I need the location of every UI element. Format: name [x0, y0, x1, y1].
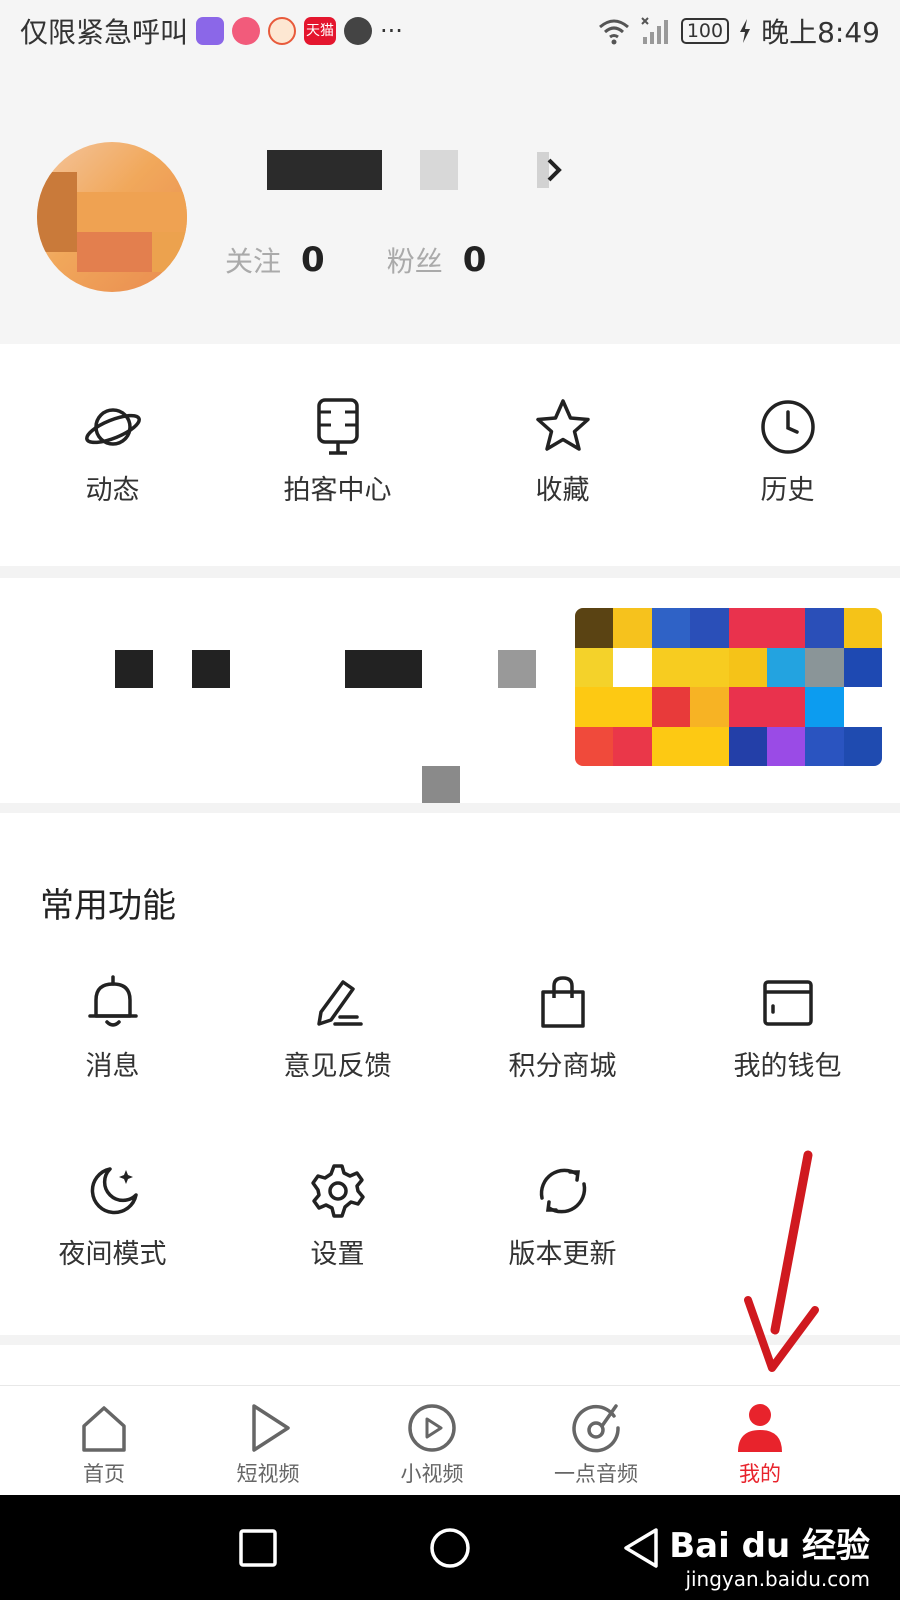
username-redacted[interactable]	[225, 150, 585, 190]
menu-item-label: 设置	[310, 1239, 365, 1270]
watermark-brand: Bai du 经验	[669, 1526, 870, 1566]
person-icon	[738, 1404, 782, 1452]
recent-apps-icon[interactable]	[238, 1528, 278, 1568]
following-count[interactable]: 0	[301, 240, 325, 280]
tab-mini-video[interactable]: 小视频	[350, 1386, 514, 1495]
tab-label: 我的	[739, 1462, 781, 1486]
netease-icon	[268, 17, 297, 45]
redacted-block	[115, 650, 153, 688]
section-divider	[0, 1335, 900, 1345]
status-bar: 仅限紧急呼叫 天猫 ··· 100 晚上8:49	[0, 0, 900, 62]
tab-label: 一点音频	[554, 1462, 638, 1486]
back-triangle-icon[interactable]	[622, 1526, 662, 1570]
refresh-icon	[539, 1168, 586, 1214]
redacted-block	[345, 650, 422, 688]
pinduoduo-icon	[232, 17, 261, 45]
section-divider	[0, 803, 900, 813]
chevron-right-icon[interactable]	[537, 150, 567, 190]
tab-label: 小视频	[400, 1462, 464, 1486]
tab-label: 短视频	[236, 1462, 300, 1486]
followers-count[interactable]: 0	[463, 240, 487, 280]
baidu-watermark: Bai du 经验 jingyan.baidu.com	[669, 1518, 870, 1591]
quick-action-creator-center[interactable]: 拍客中心	[225, 396, 450, 507]
quick-action-feed[interactable]: 动态	[0, 396, 225, 507]
wechat-icon	[344, 17, 373, 45]
redacted-block	[498, 650, 536, 688]
battery-indicator: 100	[680, 18, 730, 44]
menu-item-label: 消息	[85, 1051, 140, 1082]
menu-item-night-mode[interactable]: 夜间模式	[0, 1160, 225, 1271]
watermark-url: jingyan.baidu.com	[685, 1567, 870, 1591]
tab-label: 首页	[83, 1462, 125, 1486]
home-icon	[82, 1406, 126, 1452]
quick-action-label: 动态	[85, 475, 140, 506]
quick-action-label: 历史	[760, 475, 815, 506]
followers-label[interactable]: 粉丝	[387, 240, 443, 280]
moon-icon	[90, 1167, 138, 1215]
menu-item-feedback[interactable]: 意见反馈	[225, 972, 450, 1083]
quick-action-label: 拍客中心	[283, 475, 392, 506]
star-icon	[535, 399, 590, 451]
menu-item-label: 版本更新	[508, 1239, 617, 1270]
menu-item-messages[interactable]: 消息	[0, 972, 225, 1083]
avatar[interactable]	[37, 142, 187, 292]
wifi-icon	[598, 19, 629, 45]
tab-audio[interactable]: 一点音频	[514, 1386, 678, 1495]
soul-icon	[196, 17, 225, 45]
menu-item-points-mall[interactable]: 积分商城	[450, 972, 675, 1083]
bottom-tab-bar: 首页 短视频 小视频 一点音频 我的	[0, 1385, 900, 1495]
shopping-bag-icon	[540, 976, 585, 1028]
follow-stats: 关注 0 粉丝 0	[225, 240, 548, 280]
tmall-icon: 天猫	[304, 17, 337, 45]
tab-short-video[interactable]: 短视频	[186, 1386, 350, 1495]
clock-time: 晚上8:49	[761, 16, 880, 49]
section-title-common: 常用功能	[40, 886, 176, 926]
menu-item-label: 意见反馈	[283, 1051, 392, 1082]
tab-home[interactable]: 首页	[22, 1386, 186, 1495]
menu-item-version-update[interactable]: 版本更新	[450, 1160, 675, 1271]
redacted-block	[192, 650, 230, 688]
menu-item-label: 我的钱包	[733, 1051, 842, 1082]
planet-icon	[84, 408, 141, 446]
pen-icon	[316, 980, 363, 1026]
menu-item-wallet[interactable]: 我的钱包	[675, 972, 900, 1083]
quick-actions-row: 动态 拍客中心 收藏 历史	[0, 396, 900, 507]
mic-board-icon	[316, 398, 359, 455]
signal-icon	[641, 17, 668, 44]
home-circle-icon[interactable]	[428, 1526, 472, 1570]
carrier-status-text: 仅限紧急呼叫	[20, 16, 189, 49]
gear-icon	[310, 1164, 365, 1218]
section-divider	[0, 566, 900, 578]
audio-disc-icon	[572, 1404, 620, 1453]
menu-item-settings[interactable]: 设置	[225, 1160, 450, 1271]
banner-image[interactable]	[575, 608, 882, 766]
empty-cell	[675, 1160, 900, 1271]
wallet-icon	[762, 980, 813, 1026]
following-label[interactable]: 关注	[225, 240, 281, 280]
overflow-dots: ···	[380, 17, 403, 45]
charging-icon	[740, 19, 751, 43]
play-circle-icon	[408, 1404, 456, 1452]
common-row-1: 消息 意见反馈 积分商城 我的钱包	[0, 972, 900, 1083]
common-row-2: 夜间模式 设置 版本更新	[0, 1160, 900, 1271]
tab-me[interactable]: 我的	[678, 1386, 842, 1495]
redacted-block	[422, 766, 460, 804]
play-triangle-icon	[252, 1404, 290, 1452]
profile-header[interactable]: 关注 0 粉丝 0	[0, 62, 900, 344]
quick-action-history[interactable]: 历史	[675, 396, 900, 507]
clock-icon	[760, 400, 815, 454]
menu-item-label: 积分商城	[508, 1051, 617, 1082]
quick-action-favorites[interactable]: 收藏	[450, 396, 675, 507]
quick-action-label: 收藏	[535, 475, 590, 506]
menu-item-label: 夜间模式	[58, 1239, 167, 1270]
bell-icon	[87, 975, 138, 1027]
